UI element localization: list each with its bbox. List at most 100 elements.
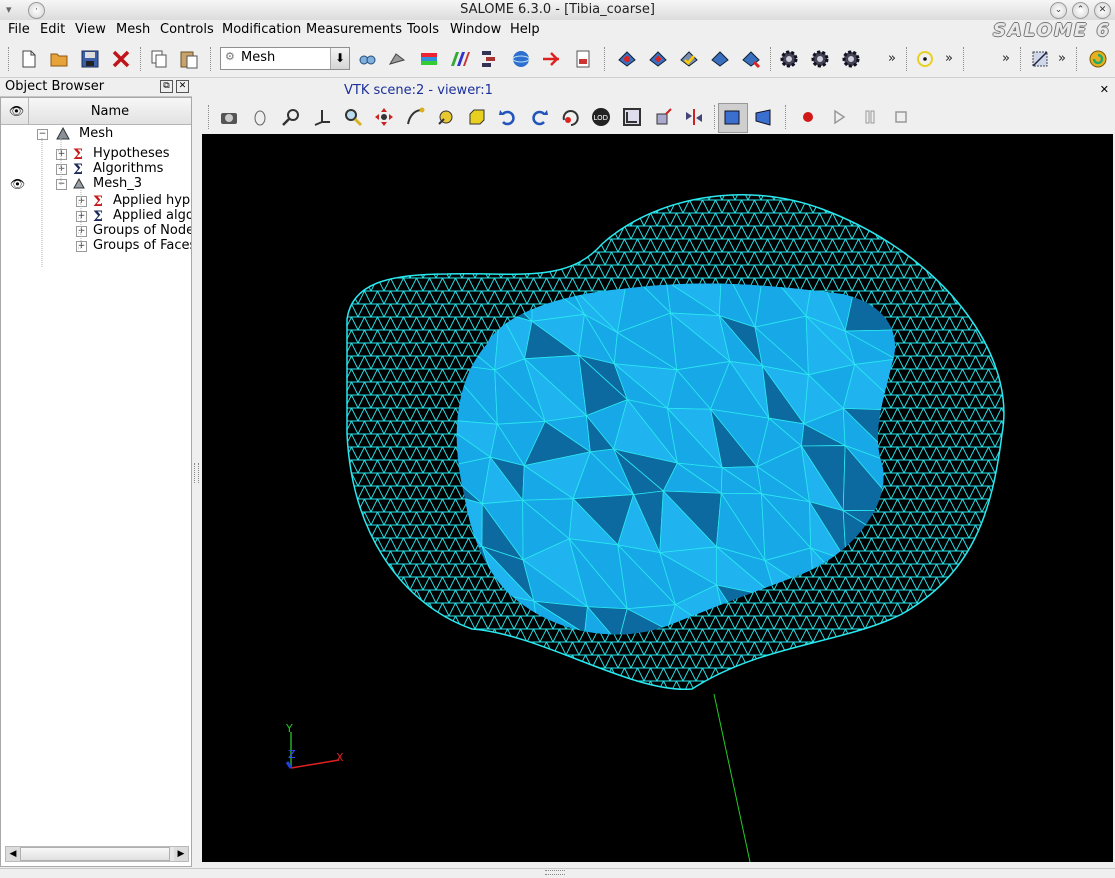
zoom-style-icon[interactable] [280, 106, 302, 128]
scroll-right-icon[interactable]: ▶ [174, 847, 188, 861]
vtk-3d-view[interactable]: Y X Z [202, 134, 1113, 862]
mesh-module-icon[interactable] [386, 48, 408, 70]
tree-lines [41, 138, 82, 268]
reset-view-icon[interactable] [559, 106, 581, 128]
module-combo-value: Mesh [241, 50, 276, 65]
pan-icon[interactable] [373, 106, 395, 128]
menu-tools[interactable]: Tools [407, 22, 439, 37]
splitter-handle[interactable] [192, 78, 200, 868]
float-dock-icon[interactable]: ⧉ [160, 80, 173, 93]
toolbar-separator [770, 47, 773, 71]
menu-mesh[interactable]: Mesh [116, 22, 150, 37]
module-combo[interactable]: ⚙ Mesh ⬇ [220, 47, 350, 70]
toolbar-overflow-button[interactable]: » [945, 51, 953, 66]
find-icon[interactable] [356, 48, 378, 70]
toolbar-separator [8, 47, 11, 71]
close-viewer-icon[interactable]: ✕ [1100, 83, 1109, 96]
mesh-face-triangle [897, 653, 945, 681]
scroll-left-icon[interactable]: ◀ [6, 847, 20, 861]
mesh-face-triangle [902, 595, 958, 640]
eficas-icon[interactable] [540, 48, 562, 70]
stop-icon[interactable] [890, 106, 912, 128]
rotate-icon[interactable] [435, 106, 457, 128]
scrollbar-thumb[interactable] [20, 847, 170, 861]
compute-mesh-icon[interactable] [678, 48, 700, 70]
copy-icon[interactable] [148, 48, 170, 70]
new-document-icon[interactable] [18, 48, 40, 70]
dump-view-icon[interactable] [218, 106, 240, 128]
window-maximize-button[interactable]: ⌃ [1072, 2, 1089, 19]
perspective-projection-icon[interactable] [752, 106, 774, 128]
menu-modification[interactable]: Modification [222, 22, 301, 37]
yacs-icon[interactable] [479, 48, 501, 70]
toolbar-overflow-button[interactable]: » [1058, 51, 1066, 66]
settings-gear-3-icon[interactable] [840, 48, 862, 70]
toolbar-separator [210, 47, 213, 71]
toolbar-overflow-button[interactable]: » [1002, 51, 1010, 66]
interaction-style-icon[interactable] [249, 106, 271, 128]
reset-icon[interactable] [1087, 48, 1109, 70]
settings-gear-2-icon[interactable] [809, 48, 831, 70]
object-browser-panel[interactable]: 👁 Name − Mesh + Σ Hypotheses + Σ Algorit… [0, 97, 192, 867]
select-node-icon[interactable] [914, 48, 936, 70]
record-icon[interactable] [797, 106, 819, 128]
window-title-bar: ▾ · SALOME 6.3.0 - [Tibia_coarse] ⌄ ⌃ ✕ [0, 0, 1115, 21]
object-browser-header: Object Browser ⧉ ✕ [0, 78, 192, 97]
play-icon[interactable] [828, 106, 850, 128]
parallel-projection-icon[interactable] [721, 106, 743, 128]
mesh-info-icon[interactable] [709, 48, 731, 70]
toolbar-separator [1020, 47, 1023, 71]
menu-file[interactable]: File [8, 22, 30, 37]
rotation-point-icon[interactable] [466, 106, 488, 128]
menu-controls[interactable]: Controls [160, 22, 214, 37]
fit-all-icon[interactable] [342, 106, 364, 128]
paste-icon[interactable] [178, 48, 200, 70]
toolbar-overflow-button[interactable]: » [888, 51, 896, 66]
med-icon[interactable] [572, 48, 594, 70]
menu-view[interactable]: View [75, 22, 106, 37]
close-dock-icon[interactable]: ✕ [176, 80, 189, 93]
window-shade-button[interactable]: ⌄ [1050, 2, 1067, 19]
svg-text:LOD: LOD [594, 114, 609, 122]
axis-label-z: Z [288, 748, 296, 761]
mesh-face-triangle [901, 510, 959, 554]
open-folder-icon[interactable] [48, 48, 70, 70]
mesh-face-triangle [430, 639, 484, 686]
close-document-icon[interactable] [110, 48, 132, 70]
combo-arrow-icon[interactable]: ⬇ [330, 48, 349, 69]
save-icon[interactable] [79, 48, 101, 70]
mesh-face-triangle [802, 646, 867, 678]
lod-icon[interactable]: LOD [590, 106, 612, 128]
clipping-icon[interactable] [1029, 48, 1051, 70]
pause-icon[interactable] [859, 106, 881, 128]
mesh-order-icon[interactable] [740, 48, 762, 70]
create-mesh-icon[interactable] [616, 48, 638, 70]
menu-edit[interactable]: Edit [40, 22, 65, 37]
rotate-right-icon[interactable] [528, 106, 550, 128]
horizontal-scrollbar[interactable]: ◀ ▶ [5, 846, 189, 862]
window-close-button[interactable]: ✕ [1094, 2, 1111, 19]
graduated-axes-icon[interactable] [621, 106, 643, 128]
menu-help[interactable]: Help [510, 22, 540, 37]
menu-window[interactable]: Window [450, 22, 501, 37]
mesh-face-triangle [903, 449, 957, 515]
clipping-plane-icon[interactable] [683, 106, 705, 128]
settings-gear-icon[interactable] [778, 48, 800, 70]
menu-measurements[interactable]: Measurements [306, 22, 402, 37]
toolbar-separator [208, 105, 211, 129]
axis-line [713, 693, 751, 862]
global-pan-icon[interactable] [404, 106, 426, 128]
post-pro-module-icon[interactable] [448, 48, 470, 70]
mesh-face-triangle [845, 549, 895, 596]
rotate-left-icon[interactable] [497, 106, 519, 128]
toolbar-separator [604, 47, 607, 71]
paravis-icon[interactable] [510, 48, 532, 70]
mesh-face-triangle [848, 602, 895, 635]
scaling-icon[interactable] [652, 106, 674, 128]
viewer-tab[interactable]: VTK scene:2 - viewer:1 [344, 83, 493, 98]
salome-logo: SALOME 6 [992, 20, 1111, 41]
edit-mesh-icon[interactable] [647, 48, 669, 70]
mesh-face-triangle [901, 510, 959, 554]
show-trihedron-icon[interactable] [311, 106, 333, 128]
geometry-module-icon[interactable] [418, 48, 440, 70]
